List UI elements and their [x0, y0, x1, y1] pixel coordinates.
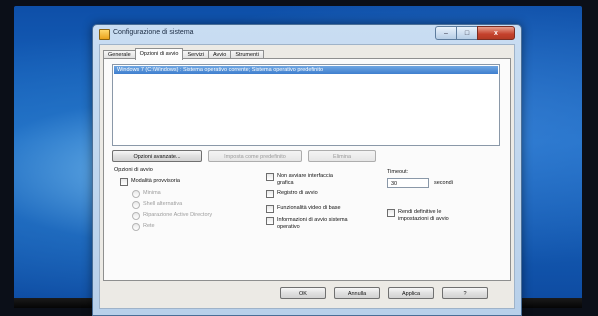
timeout-unit-label: secondi — [434, 180, 453, 186]
boot-entry-selected[interactable]: Windows 7 (C:\Windows) : Sistema operati… — [114, 66, 498, 74]
set-default-button[interactable]: Imposta come predefinito — [208, 150, 302, 162]
network-radio[interactable]: Rete — [132, 223, 155, 231]
os-boot-info-checkbox[interactable]: Informazioni di avvio sistema operativo — [266, 217, 353, 230]
minimize-button[interactable]: – — [435, 26, 456, 40]
maximize-button[interactable]: □ — [456, 26, 477, 40]
make-permanent-checkbox[interactable]: Rendi definitive le impostazioni di avvi… — [387, 209, 472, 222]
checkbox-icon — [120, 178, 128, 186]
alternate-shell-radio[interactable]: Shell alternativa — [132, 201, 182, 209]
tab-opzioni-di-avvio[interactable]: Opzioni di avvio — [134, 48, 184, 60]
help-button[interactable]: ? — [442, 287, 488, 299]
boot-log-checkbox[interactable]: Registro di avvio — [266, 190, 318, 198]
msconfig-app-icon — [99, 29, 110, 40]
cancel-button[interactable]: Annulla — [334, 287, 380, 299]
radio-icon — [132, 223, 140, 231]
boot-entries-list[interactable]: Windows 7 (C:\Windows) : Sistema operati… — [112, 64, 500, 146]
safe-boot-label: Modalità provvisoria — [131, 178, 180, 184]
timeout-label: Timeout: — [387, 169, 409, 175]
maximize-icon: □ — [464, 29, 470, 37]
window-title: Configurazione di sistema — [113, 29, 194, 36]
checkbox-icon — [387, 209, 395, 217]
minimize-icon: – — [444, 29, 448, 37]
make-permanent-label: Rendi definitive le impostazioni di avvi… — [398, 209, 449, 222]
boot-options-group-label: Opzioni di avvio — [114, 167, 153, 173]
minimal-label: Minima — [143, 190, 161, 196]
system-configuration-window: Configurazione di sistema – □ x Generale… — [92, 24, 522, 316]
checkbox-icon — [266, 217, 274, 225]
boot-tab-panel: Windows 7 (C:\Windows) : Sistema operati… — [103, 58, 511, 281]
network-label: Rete — [143, 223, 155, 229]
minimal-radio[interactable]: Minima — [132, 190, 161, 198]
ad-repair-label: Riparazione Active Directory — [143, 212, 213, 218]
boot-log-label: Registro di avvio — [277, 190, 318, 196]
alternate-shell-label: Shell alternativa — [143, 201, 183, 207]
ok-button[interactable]: OK — [280, 287, 326, 299]
title-bar[interactable]: Configurazione di sistema – □ x — [93, 25, 521, 43]
no-gui-boot-label: Non avviare interfaccia grafica — [277, 173, 333, 186]
checkbox-icon — [266, 190, 274, 198]
apply-button[interactable]: Applica — [388, 287, 434, 299]
radio-icon — [132, 201, 140, 209]
close-icon: x — [494, 29, 498, 37]
radio-icon — [132, 190, 140, 198]
safe-boot-checkbox[interactable]: Modalità provvisoria — [120, 178, 180, 186]
checkbox-icon — [266, 205, 274, 213]
os-boot-info-label: Informazioni di avvio sistema operativo — [277, 217, 348, 230]
timeout-input[interactable]: 30 — [387, 178, 429, 188]
delete-button[interactable]: Elimina — [308, 150, 376, 162]
checkbox-icon — [266, 173, 274, 181]
base-video-checkbox[interactable]: Funzionalità video di base — [266, 205, 341, 213]
advanced-options-button[interactable]: Opzioni avanzate... — [112, 150, 202, 162]
no-gui-boot-checkbox[interactable]: Non avviare interfaccia grafica — [266, 173, 343, 186]
base-video-label: Funzionalità video di base — [277, 205, 341, 211]
close-button[interactable]: x — [477, 26, 515, 40]
window-controls: – □ x — [435, 26, 515, 40]
ad-repair-radio[interactable]: Riparazione Active Directory — [132, 212, 212, 220]
radio-icon — [132, 212, 140, 220]
dialog-client-area: Generale Opzioni di avvio Servizi Avvio … — [99, 44, 515, 309]
